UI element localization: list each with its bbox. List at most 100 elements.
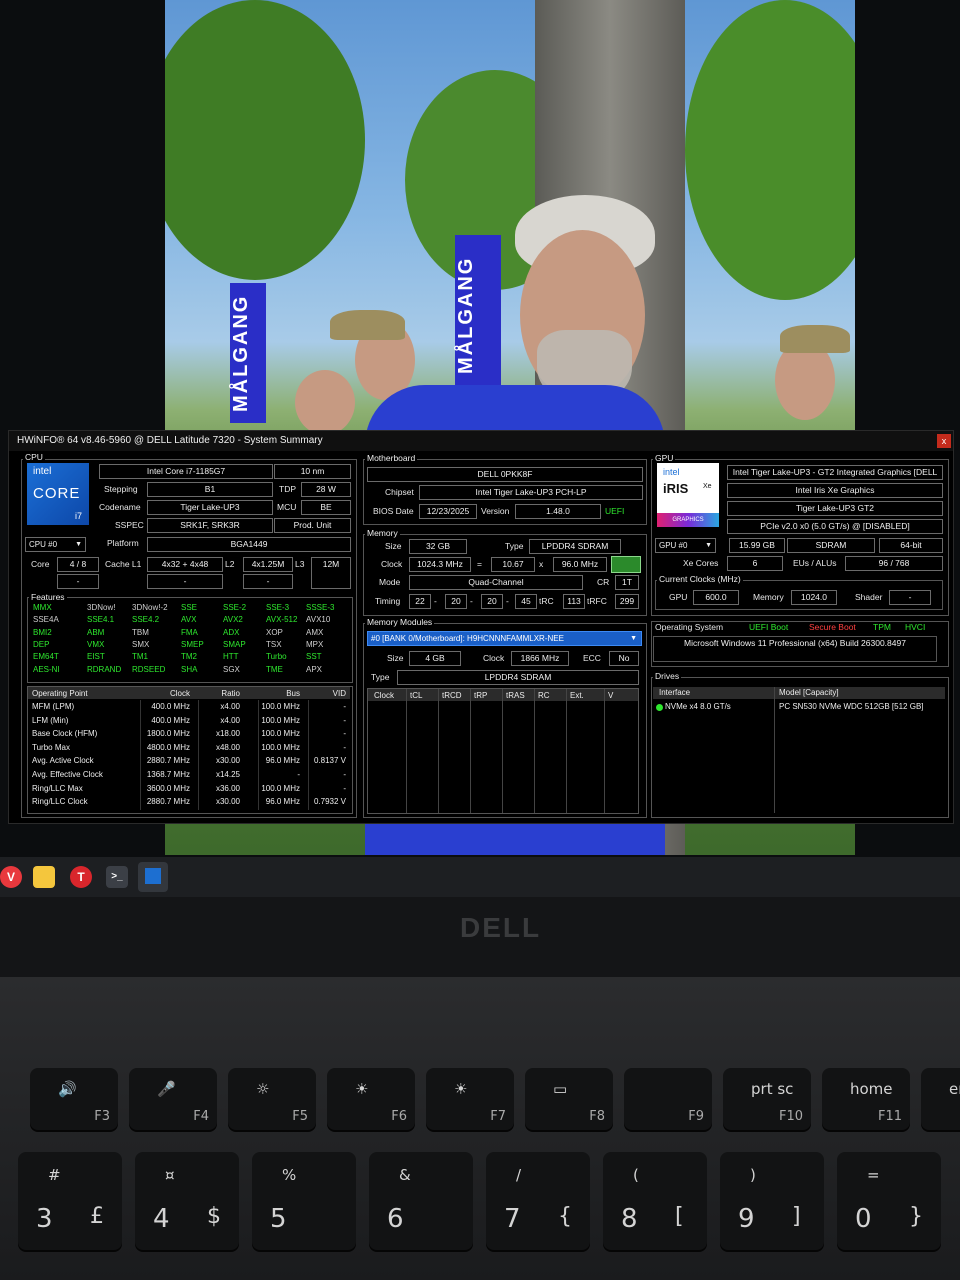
op-table-row[interactable]: Base Clock (HFM) 1800.0 MHz x18.00 100.0 MH… (28, 729, 350, 742)
op-table-row[interactable]: Avg. Effective Clock 1368.7 MHz x14.25 - - (28, 770, 350, 783)
number-key[interactable]: = 0} (837, 1152, 941, 1250)
tusk-icon[interactable]: T (70, 866, 92, 888)
op-table-row[interactable]: Avg. Active Clock 2880.7 MHz x30.00 96.0 MH… (28, 756, 350, 769)
drive-interface: NVMe x4 8.0 GT/s (665, 702, 731, 711)
gpu-vram: 15.99 GB (729, 538, 785, 553)
op-cell: - (343, 715, 346, 725)
version-label: Version (481, 506, 510, 516)
op-table-row[interactable]: Ring/LLC Clock 2880.7 MHz x30.00 96.0 MHz 0.… (28, 797, 350, 810)
function-key[interactable]: prt sc F10 (723, 1068, 811, 1130)
key-legend: { (558, 1204, 572, 1229)
feature-flag: ABM (87, 627, 105, 637)
op-header-cell: VID (332, 689, 346, 698)
number-key[interactable]: #3 £ (18, 1152, 122, 1250)
keyboard: 🔊 F3 🎤 F4 ☼ F5 ☀ F6 ☀ F7 ▭ F8 F9 prt sc F10 home F11 en #3… (0, 1060, 960, 1280)
timing-table-header: Clock tCL tRCD tRP tRAS RC Ext. V (368, 689, 638, 701)
os-name: Microsoft Windows 11 Professional (x64) … (653, 636, 937, 662)
function-key[interactable]: home F11 (822, 1068, 910, 1130)
column-divider (470, 689, 471, 813)
column-divider (604, 689, 605, 813)
gpu-selector-dropdown[interactable]: GPU #0 ▼ (655, 538, 716, 553)
memory-modules-label: Memory Modules (365, 617, 435, 627)
function-key[interactable]: ▭ F8 (525, 1068, 613, 1130)
cpu-selector-dropdown[interactable]: CPU #0 ▼ (25, 537, 86, 552)
drive-row[interactable]: NVMe x4 8.0 GT/s PC SN530 NVMe WDC 512GB… (653, 701, 945, 714)
dell-logo: DELL (460, 912, 542, 943)
op-table-row[interactable]: LFM (Min) 400.0 MHz x4.00 100.0 MHz - (28, 716, 350, 729)
feature-flag: SHA (181, 664, 198, 674)
op-header-cell: Clock (169, 689, 190, 698)
mem-type-label: Type (505, 541, 524, 551)
close-button[interactable]: x (937, 434, 951, 448)
window-titlebar[interactable]: HWiNFO® 64 v8.46-5960 @ DELL Latitude 73… (9, 431, 953, 451)
file-explorer-icon[interactable] (33, 866, 55, 888)
function-key[interactable]: en (921, 1068, 960, 1130)
key-legend: ¤ (165, 1166, 175, 1184)
op-table-row[interactable]: MFM (LPM) 400.0 MHz x4.00 100.0 MHz - (28, 702, 350, 715)
number-key[interactable]: ¤ 4 $ (135, 1152, 239, 1250)
window-title: HWiNFO® 64 v8.46-5960 @ DELL Latitude 73… (17, 435, 323, 446)
op-header-cell: Bus (286, 689, 300, 698)
gpu-vram-type: SDRAM (787, 538, 875, 553)
key-sublegend: F8 (589, 1109, 605, 1124)
logo-graphics: GRAPHICS (657, 513, 719, 527)
feature-flag: TSX (266, 639, 282, 649)
op-cell: 4800.0 MHz (146, 742, 190, 752)
timing-ras: 45 (515, 594, 537, 609)
eus-value: 96 / 768 (845, 556, 943, 571)
op-cell: Base Clock (HFM) (32, 729, 98, 739)
feature-flag: 3DNow! (87, 603, 116, 612)
op-cell: 100.0 MHz (261, 783, 300, 793)
malgang-banner: MÅLGANG (455, 235, 501, 395)
key-legend: $ (207, 1204, 221, 1229)
number-key[interactable]: ) 9] (720, 1152, 824, 1250)
mem-mode-label: Mode (379, 577, 401, 587)
memory-module-dropdown[interactable]: #0 [BANK 0/Motherboard]: H9HCNNNFAMMLXR-… (367, 631, 642, 646)
function-key[interactable]: 🔊 F3 (30, 1068, 118, 1130)
op-cell: 2880.7 MHz (146, 797, 190, 807)
ecc-label: ECC (583, 653, 601, 663)
l2-label: L2 (225, 559, 235, 569)
number-key[interactable]: % 5 (252, 1152, 356, 1250)
timing-header-cell: tCL (410, 691, 423, 700)
eus-label: EUs / ALUs (793, 558, 837, 568)
function-key[interactable]: ☼ F5 (228, 1068, 316, 1130)
blank-field: - (147, 574, 223, 589)
key-legend: 3 (36, 1204, 53, 1234)
shader-label: Shader (855, 592, 883, 602)
hwinfo-system-summary-window[interactable]: HWiNFO® 64 v8.46-5960 @ DELL Latitude 73… (8, 430, 954, 824)
vivaldi-icon[interactable]: V (0, 866, 22, 888)
feature-flag: EIST (87, 652, 105, 662)
feature-flag: SSE (181, 603, 198, 612)
sspec-value: SRK1F, SRK3R (147, 518, 273, 533)
tdp-label: TDP (279, 484, 296, 494)
cpu-selector-value: CPU #0 (29, 540, 58, 549)
intel-iris-xe-logo: intel iRIS Xe GRAPHICS (657, 463, 719, 527)
function-key[interactable]: F9 (624, 1068, 712, 1130)
module-size-value: 4 GB (409, 651, 461, 666)
hwinfo-taskbar-button[interactable] (138, 862, 168, 892)
number-key[interactable]: (8 [ (603, 1152, 707, 1250)
number-key[interactable]: / 7 { (486, 1152, 590, 1250)
timing-header-cell: tRCD (442, 691, 462, 700)
gpu-clock-value: 600.0 (693, 590, 739, 605)
gpu-clock-label: GPU (669, 592, 688, 602)
op-cell: - (343, 783, 346, 793)
mem-clock-label: Memory (753, 592, 784, 602)
mem-size-label: Size (385, 541, 402, 551)
op-table-row[interactable]: Turbo Max 4800.0 MHz x48.00 100.0 MHz - (28, 743, 350, 756)
function-key[interactable]: ☀ F7 (426, 1068, 514, 1130)
function-key[interactable]: 🎤 F4 (129, 1068, 217, 1130)
feature-flag: SSE-2 (223, 603, 247, 612)
feature-flag: AVX (181, 615, 197, 625)
module-timing-table: Clock tCL tRCD tRP tRAS RC Ext. V (367, 688, 639, 814)
function-key[interactable]: ☀ F6 (327, 1068, 415, 1130)
feature-flag: VMX (87, 639, 105, 649)
drives-header-model: Model [Capacity] (779, 688, 839, 697)
chipset-label: Chipset (385, 487, 414, 497)
number-key[interactable]: & 6 (369, 1152, 473, 1250)
op-table-row[interactable]: Ring/LLC Max 3600.0 MHz x36.00 100.0 MHz - (28, 784, 350, 797)
feature-flag: SSE4.1 (87, 615, 115, 625)
terminal-icon[interactable]: >_ (106, 866, 128, 888)
mem-clock-value: 1024.0 (791, 590, 837, 605)
